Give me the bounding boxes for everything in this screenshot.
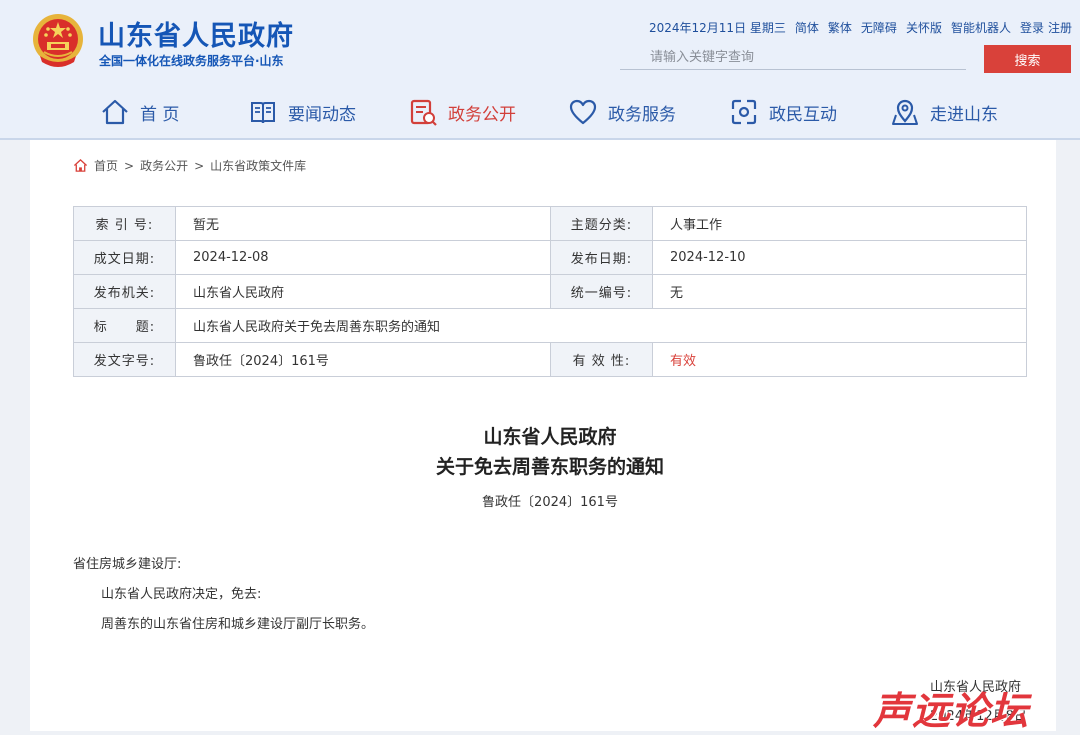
nav-open[interactable]: 政务公开 <box>408 92 516 132</box>
site-title[interactable]: 山东省人民政府 <box>98 14 294 53</box>
document-addressee: 省住房城乡建设厅: <box>73 557 182 572</box>
uniform-number-value: 无 <box>652 274 1027 309</box>
site-subtitle: 全国一体化在线政务服务平台·山东 <box>99 54 284 68</box>
issuer-label: 发布机关: <box>73 274 176 309</box>
created-date-value: 2024-12-08 <box>175 240 551 275</box>
site-header: 山东省人民政府 全国一体化在线政务服务平台·山东 2024年12月11日 星期三… <box>0 0 1080 140</box>
validity-value: 有效 <box>652 342 1027 377</box>
search-input[interactable] <box>620 46 966 70</box>
nav-about-label: 走进山东 <box>930 104 998 125</box>
search-button[interactable]: 搜索 <box>984 45 1071 73</box>
table-row: 标 题: 山东省人民政府关于免去周善东职务的通知 <box>73 308 1027 343</box>
topic-label: 主题分类: <box>550 206 653 241</box>
location-map-icon <box>892 99 918 125</box>
document-number: 鲁政任〔2024〕161号 <box>482 495 618 510</box>
login-link[interactable]: 登录 <box>1020 19 1044 36</box>
document-title-line-2: 关于免去周善东职务的通知 <box>435 456 664 478</box>
current-date: 2024年12月11日 星期三 <box>648 21 786 35</box>
traditional-link[interactable]: 繁体 <box>828 19 852 36</box>
issuer-value: 山东省人民政府 <box>175 274 551 309</box>
content-panel: 首页 > 政务公开 > 山东省政策文件库 索 引 号: 暂无 主题分类: 人事工… <box>30 140 1056 731</box>
topic-value: 人事工作 <box>652 206 1027 241</box>
nav-home[interactable]: 首 页 <box>100 92 179 132</box>
document-title-line-1: 山东省人民政府 <box>483 426 617 448</box>
nav-interact[interactable]: 政民互动 <box>729 92 837 132</box>
nav-interact-label: 政民互动 <box>769 104 837 125</box>
table-row: 成文日期: 2024-12-08 发布日期: 2024-12-10 <box>73 240 1027 275</box>
document-paragraph: 周善东的山东省住房和城乡建设厅副厅长职务。 <box>101 617 375 632</box>
doc-number-label: 发文字号: <box>73 342 176 377</box>
title-label: 标 题: <box>73 308 176 343</box>
breadcrumb-separator: > <box>124 158 135 173</box>
published-date-value: 2024-12-10 <box>652 240 1027 275</box>
breadcrumb-home[interactable]: 首页 <box>94 157 118 174</box>
nav-about[interactable]: 走进山东 <box>890 92 998 132</box>
top-links: 2024年12月11日 星期三 简体 繁体 无障碍 关怀版 智能机器人 登录 注… <box>649 19 1072 36</box>
table-row: 发布机关: 山东省人民政府 统一编号: 无 <box>73 274 1027 309</box>
nav-news[interactable]: 要闻动态 <box>248 92 356 132</box>
document-icon <box>410 99 437 126</box>
register-link[interactable]: 注册 <box>1048 19 1072 36</box>
title-value: 山东省人民政府关于免去周善东职务的通知 <box>175 308 1027 343</box>
validity-label: 有 效 性: <box>550 342 653 377</box>
breadcrumb-separator: > <box>194 158 205 173</box>
nav-home-label: 首 页 <box>140 104 180 125</box>
table-row: 发文字号: 鲁政任〔2024〕161号 有 效 性: 有效 <box>73 342 1027 377</box>
home-icon <box>102 99 128 125</box>
index-value: 暂无 <box>175 206 551 241</box>
document-paragraph: 山东省人民政府决定，免去: <box>101 587 262 602</box>
published-date-label: 发布日期: <box>550 240 653 275</box>
doc-number-value: 鲁政任〔2024〕161号 <box>175 342 551 377</box>
nav-news-label: 要闻动态 <box>288 104 356 125</box>
breadcrumb-current[interactable]: 山东省政策文件库 <box>210 157 306 174</box>
index-label: 索 引 号: <box>73 206 176 241</box>
uniform-number-label: 统一编号: <box>550 274 653 309</box>
table-row: 索 引 号: 暂无 主题分类: 人事工作 <box>73 206 1027 241</box>
created-date-label: 成文日期: <box>73 240 176 275</box>
breadcrumb-section[interactable]: 政务公开 <box>140 157 188 174</box>
main-nav: 首 页 要闻动态 政务公开 政务服务 政民互动 走进山东 <box>0 92 1080 132</box>
simplified-link[interactable]: 简体 <box>795 19 819 36</box>
nav-service[interactable]: 政务服务 <box>568 92 676 132</box>
robot-link[interactable]: 智能机器人 <box>951 19 1011 36</box>
breadcrumb: 首页 > 政务公开 > 山东省政策文件库 <box>73 157 306 174</box>
book-icon <box>251 102 275 124</box>
nav-open-label: 政务公开 <box>448 104 516 125</box>
interaction-icon <box>731 99 757 125</box>
national-emblem-icon <box>33 14 83 67</box>
document-title: 山东省人民政府 关于免去周善东职务的通知 <box>30 422 1070 482</box>
forum-watermark: 声远论坛 <box>873 689 1030 733</box>
elder-mode-link[interactable]: 关怀版 <box>906 19 942 36</box>
nav-service-label: 政务服务 <box>608 104 676 125</box>
accessibility-link[interactable]: 无障碍 <box>861 19 897 36</box>
heart-icon <box>569 99 597 125</box>
home-icon <box>73 158 88 172</box>
document-meta-table: 索 引 号: 暂无 主题分类: 人事工作 成文日期: 2024-12-08 发布… <box>73 206 1027 377</box>
